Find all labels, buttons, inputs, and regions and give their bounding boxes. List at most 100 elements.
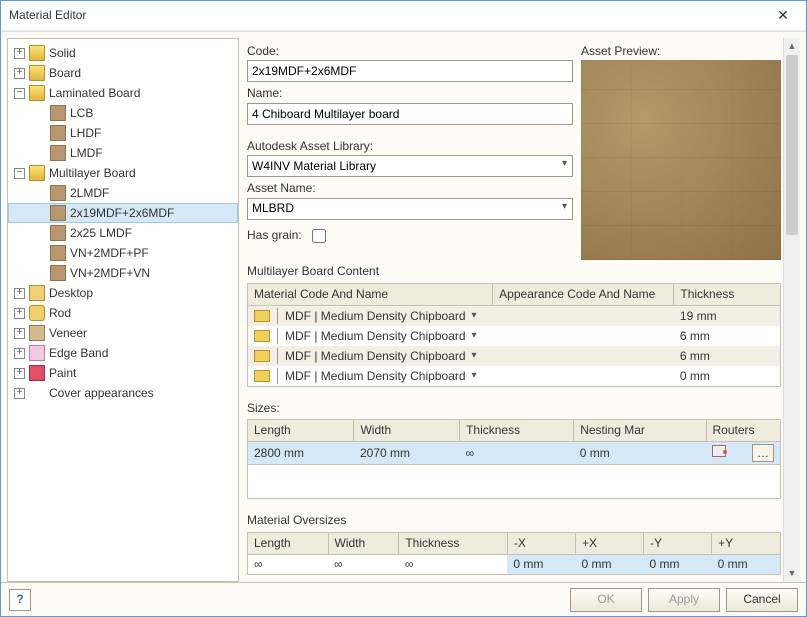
ov-width-h[interactable]: Width	[328, 532, 399, 554]
tree-item-edge-band[interactable]: +Edge Band	[8, 343, 238, 363]
oversize-table[interactable]: Length Width Thickness -X +X -Y +Y ∞ ∞ ∞	[247, 532, 781, 575]
chevron-down-icon[interactable]: ▾	[472, 350, 477, 362]
content-appearance-cell[interactable]	[493, 366, 674, 387]
expand-icon[interactable]: +	[14, 68, 25, 79]
tree-item-cover-appearances[interactable]: + Cover appearances	[8, 383, 238, 403]
ov-py-h[interactable]: +Y	[712, 532, 781, 554]
size-thk[interactable]: ∞	[460, 442, 574, 465]
ov-mx-h[interactable]: -X	[507, 532, 575, 554]
tree-item-multilayer-board[interactable]: −Multilayer Board	[8, 163, 238, 183]
tree-item-2x19mdf-2x6mdf[interactable]: 2x19MDF+2x6MDF	[8, 203, 238, 223]
help-button[interactable]: ?	[9, 589, 31, 611]
tree-item-lcb[interactable]: LCB	[8, 103, 238, 123]
tree-item-laminated-board[interactable]: −Laminated Board	[8, 83, 238, 103]
close-button[interactable]: ✕	[760, 1, 806, 31]
size-nesting[interactable]: 0 mm	[574, 442, 706, 465]
col-material[interactable]: Material Code And Name	[248, 283, 493, 305]
content-material-cell[interactable]: MDF | Medium Density Chipboard ▾	[248, 366, 493, 387]
sizes-row[interactable]: 2800 mm 2070 mm ∞ 0 mm …	[248, 442, 781, 465]
content-thickness-cell[interactable]: 6 mm	[674, 326, 781, 346]
asset-lib-select[interactable]: W4INV Material Library	[247, 155, 573, 177]
tree-item-2x25-lmdf[interactable]: 2x25 LMDF	[8, 223, 238, 243]
content-appearance-cell[interactable]	[493, 346, 674, 366]
tree-item-label: Cover appearances	[49, 386, 154, 400]
tree-item-rod[interactable]: +Rod	[8, 303, 238, 323]
tree-item-lhdf[interactable]: LHDF	[8, 123, 238, 143]
close-icon: ✕	[777, 7, 789, 24]
ov-length-h[interactable]: Length	[248, 532, 329, 554]
asset-name-select[interactable]: MLBRD	[247, 198, 573, 220]
expand-icon[interactable]: +	[14, 308, 25, 319]
tree-item-veneer[interactable]: +Veneer	[8, 323, 238, 343]
ov-px[interactable]: 0 mm	[575, 554, 643, 574]
ov-my-h[interactable]: -Y	[644, 532, 712, 554]
expand-icon[interactable]: +	[14, 368, 25, 379]
chevron-down-icon[interactable]: ▾	[472, 370, 477, 382]
ov-my[interactable]: 0 mm	[644, 554, 712, 574]
tree-item-paint[interactable]: +Paint	[8, 363, 238, 383]
content-table[interactable]: Material Code And Name Appearance Code A…	[247, 283, 781, 387]
size-router-icon-cell[interactable]	[706, 442, 746, 465]
size-length[interactable]: 2800 mm	[248, 442, 354, 465]
sizes-table[interactable]: Length Width Thickness Nesting Mar Route…	[247, 419, 781, 499]
content-appearance-cell[interactable]	[493, 305, 674, 326]
col-thk[interactable]: Thickness	[460, 420, 574, 442]
ellipsis-button[interactable]: …	[752, 444, 774, 462]
content-material-cell[interactable]: MDF | Medium Density Chipboard ▾	[248, 326, 493, 346]
oversize-row[interactable]: ∞ ∞ ∞ 0 mm 0 mm 0 mm 0 mm	[248, 554, 781, 574]
ov-length[interactable]: ∞	[248, 554, 329, 574]
name-input[interactable]	[247, 103, 573, 125]
has-grain-checkbox[interactable]	[312, 229, 326, 243]
size-width[interactable]: 2070 mm	[354, 442, 460, 465]
col-nesting[interactable]: Nesting Mar	[574, 420, 706, 442]
expand-icon[interactable]: +	[14, 348, 25, 359]
tree-item-solid[interactable]: +Solid	[8, 43, 238, 63]
col-thickness[interactable]: Thickness	[674, 283, 781, 305]
ov-px-h[interactable]: +X	[575, 532, 643, 554]
expand-icon[interactable]: +	[14, 388, 25, 399]
scroll-down-icon[interactable]: ▼	[784, 565, 800, 582]
chevron-down-icon[interactable]: ▾	[472, 310, 477, 322]
cancel-button[interactable]: Cancel	[726, 588, 798, 612]
tree-item-vn-2mdf-vn[interactable]: VN+2MDF+VN	[8, 263, 238, 283]
tree-item-label: Board	[49, 66, 81, 80]
col-width[interactable]: Width	[354, 420, 460, 442]
col-length[interactable]: Length	[248, 420, 354, 442]
ov-width[interactable]: ∞	[328, 554, 399, 574]
collapse-icon[interactable]: −	[14, 168, 25, 179]
tree-item-lmdf[interactable]: LMDF	[8, 143, 238, 163]
ov-thk[interactable]: ∞	[399, 554, 508, 574]
tree-item-vn-2mdf-pf[interactable]: VN+2MDF+PF	[8, 243, 238, 263]
ov-mx[interactable]: 0 mm	[507, 554, 575, 574]
size-router-ellipsis-cell[interactable]: …	[746, 442, 781, 465]
ov-thk-h[interactable]: Thickness	[399, 532, 508, 554]
expand-icon[interactable]: +	[14, 328, 25, 339]
ov-py[interactable]: 0 mm	[712, 554, 781, 574]
expand-icon[interactable]: +	[14, 48, 25, 59]
chevron-down-icon[interactable]: ▾	[472, 330, 477, 342]
content-thickness-cell[interactable]: 19 mm	[674, 305, 781, 326]
content-row[interactable]: MDF | Medium Density Chipboard ▾ 19 mm	[248, 305, 781, 326]
code-input[interactable]	[247, 60, 573, 82]
ok-button[interactable]: OK	[570, 588, 642, 612]
content-row[interactable]: MDF | Medium Density Chipboard ▾ 0 mm	[248, 366, 781, 387]
vertical-scrollbar[interactable]: ▲ ▼	[783, 38, 800, 582]
scroll-thumb[interactable]	[786, 55, 798, 235]
material-tree[interactable]: +Solid+Board−Laminated BoardLCBLHDFLMDF−…	[7, 38, 239, 582]
tree-item-desktop[interactable]: +Desktop	[8, 283, 238, 303]
scroll-up-icon[interactable]: ▲	[784, 38, 800, 55]
content-appearance-cell[interactable]	[493, 326, 674, 346]
content-row[interactable]: MDF | Medium Density Chipboard ▾ 6 mm	[248, 326, 781, 346]
content-thickness-cell[interactable]: 6 mm	[674, 346, 781, 366]
tree-item-2lmdf[interactable]: 2LMDF	[8, 183, 238, 203]
content-thickness-cell[interactable]: 0 mm	[674, 366, 781, 387]
expand-icon[interactable]: +	[14, 288, 25, 299]
content-row[interactable]: MDF | Medium Density Chipboard ▾ 6 mm	[248, 346, 781, 366]
content-material-cell[interactable]: MDF | Medium Density Chipboard ▾	[248, 305, 493, 326]
tree-item-board[interactable]: + Board	[8, 63, 238, 83]
apply-button[interactable]: Apply	[648, 588, 720, 612]
collapse-icon[interactable]: −	[14, 88, 25, 99]
col-appearance[interactable]: Appearance Code And Name	[493, 283, 674, 305]
content-material-cell[interactable]: MDF | Medium Density Chipboard ▾	[248, 346, 493, 366]
col-routers[interactable]: Routers	[706, 420, 781, 442]
